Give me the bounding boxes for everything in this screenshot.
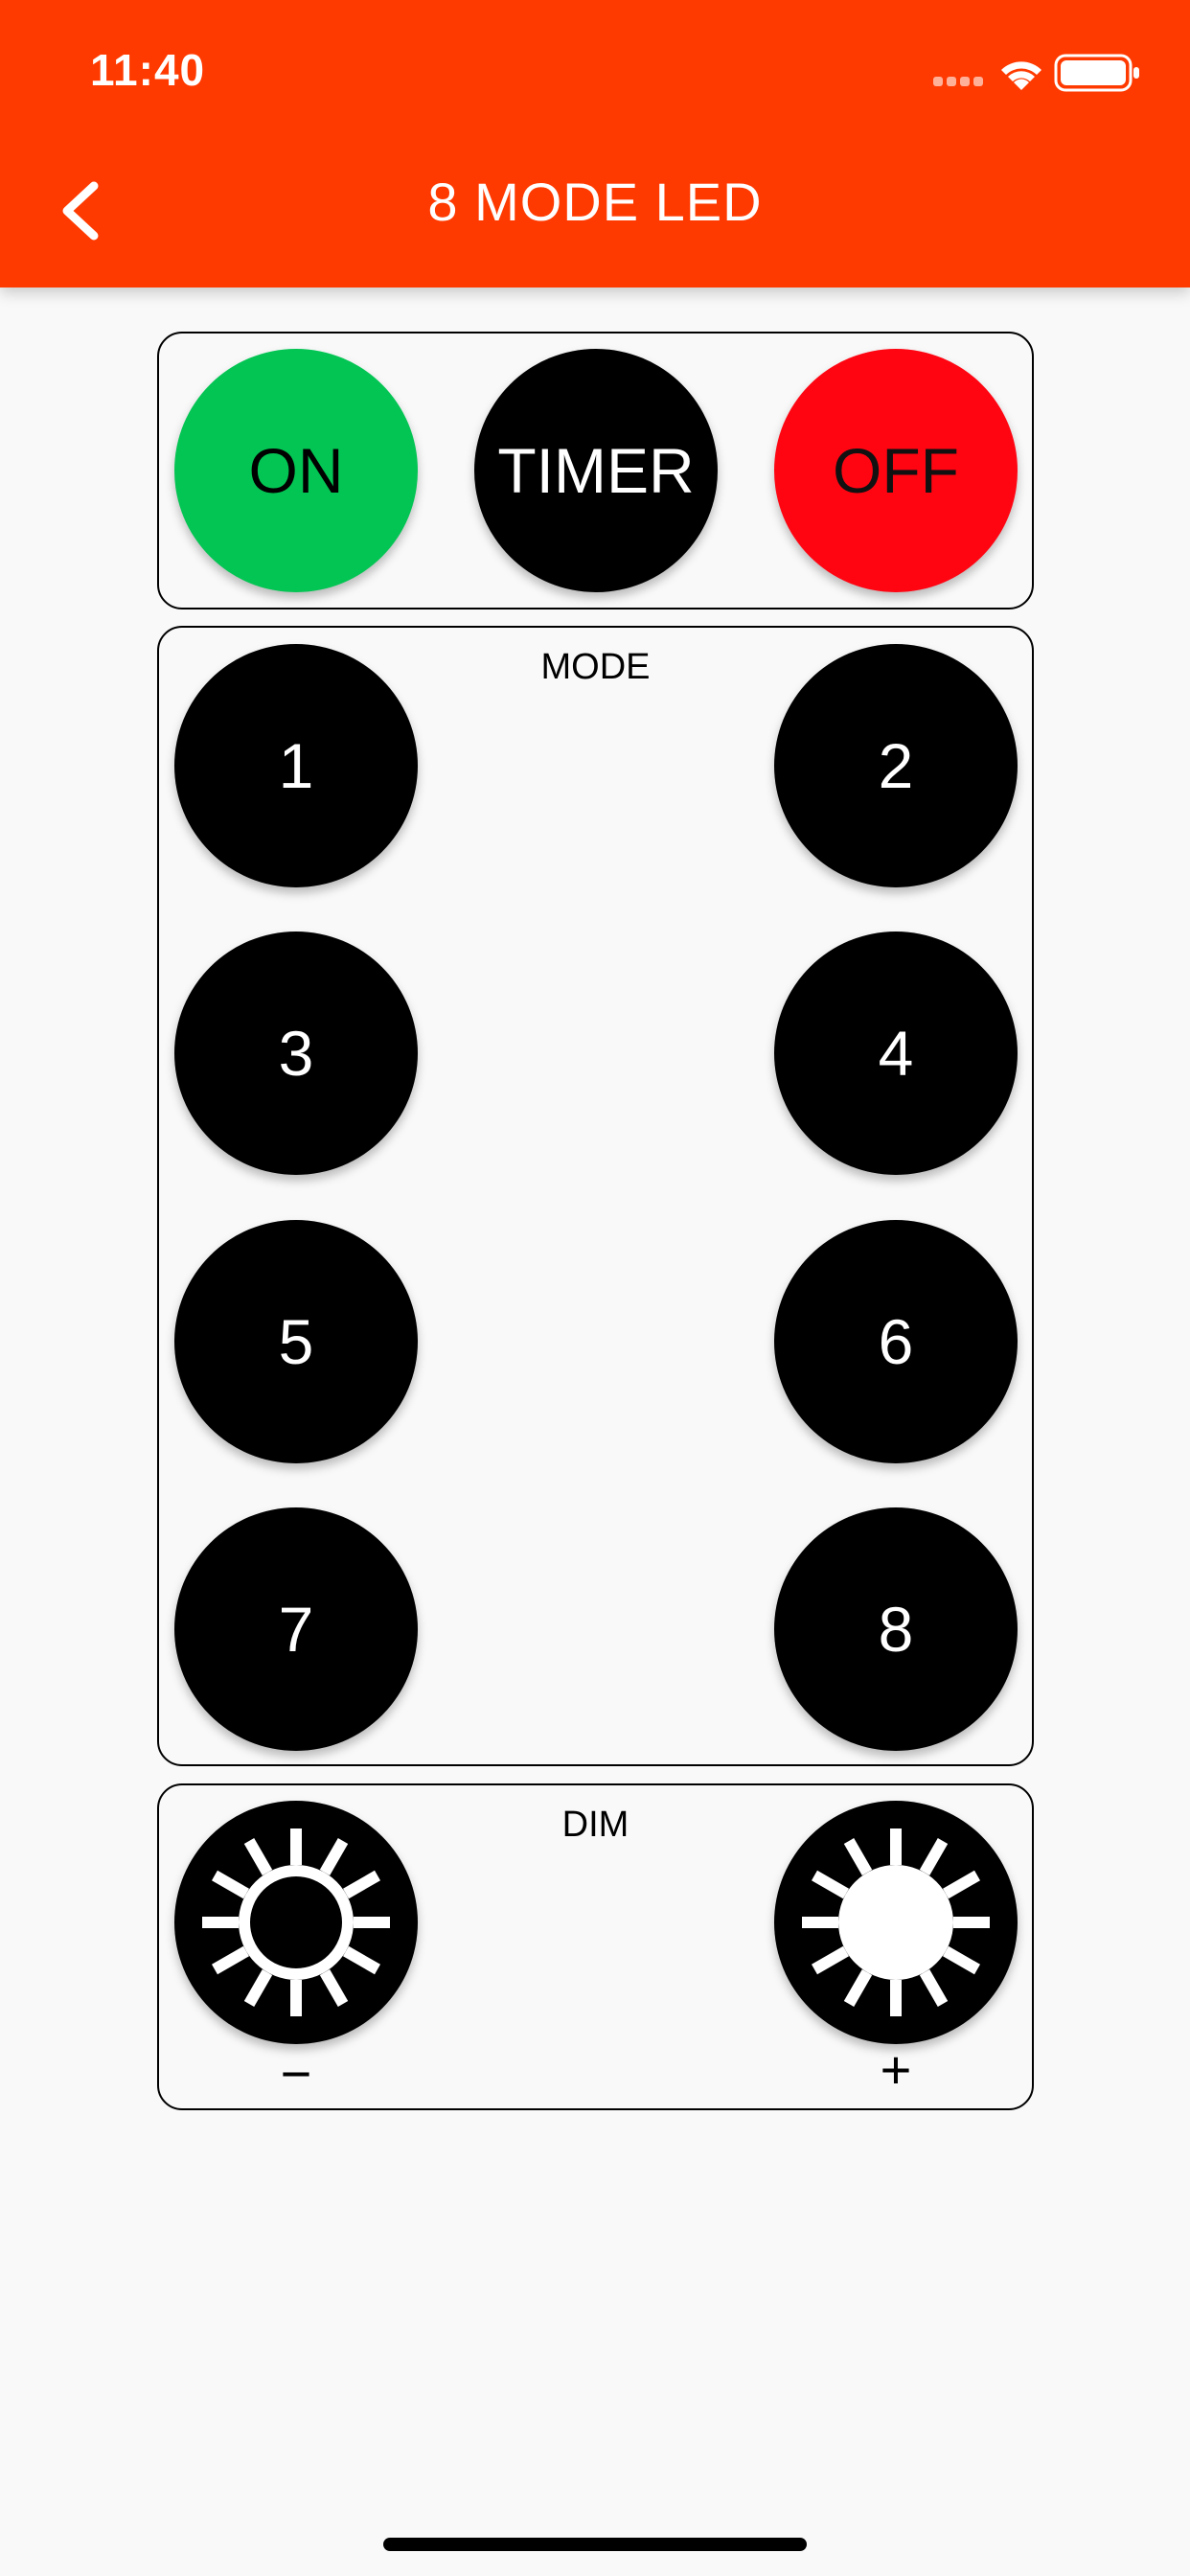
- status-icons: [933, 54, 1139, 92]
- timer-button[interactable]: TIMER: [474, 349, 718, 592]
- mode-button-8[interactable]: 8: [774, 1507, 1018, 1751]
- off-button[interactable]: OFF: [774, 349, 1018, 592]
- dim-minus-label: −: [280, 2043, 312, 2104]
- power-panel: ON TIMER OFF: [157, 332, 1034, 610]
- signal-dots-icon: [933, 77, 983, 86]
- on-button[interactable]: ON: [174, 349, 418, 592]
- wifi-icon: [1001, 61, 1041, 90]
- battery-icon: [1054, 54, 1139, 92]
- sun-outline-icon: [202, 1828, 390, 2016]
- mode-button-5[interactable]: 5: [174, 1220, 418, 1463]
- dim-plus-button[interactable]: [774, 1801, 1018, 2044]
- app-bar: 11:40 8 MODE LED: [0, 0, 1190, 288]
- dim-plus-label: +: [880, 2039, 912, 2100]
- mode-button-6[interactable]: 6: [774, 1220, 1018, 1463]
- page-title: 8 MODE LED: [427, 172, 763, 232]
- mode-button-1[interactable]: 1: [174, 644, 418, 887]
- sun-filled-icon: [802, 1828, 990, 2016]
- mode-button-4[interactable]: 4: [774, 932, 1018, 1175]
- mode-button-2[interactable]: 2: [774, 644, 1018, 887]
- mode-button-7[interactable]: 7: [174, 1507, 418, 1751]
- mode-panel: MODE 1 2 3 4 5 6 7 8: [157, 626, 1034, 1766]
- dim-panel: DIM − +: [157, 1783, 1034, 2110]
- home-indicator: [383, 2538, 807, 2551]
- status-time: 11:40: [90, 45, 206, 95]
- dim-minus-button[interactable]: [174, 1801, 418, 2044]
- mode-button-3[interactable]: 3: [174, 932, 418, 1175]
